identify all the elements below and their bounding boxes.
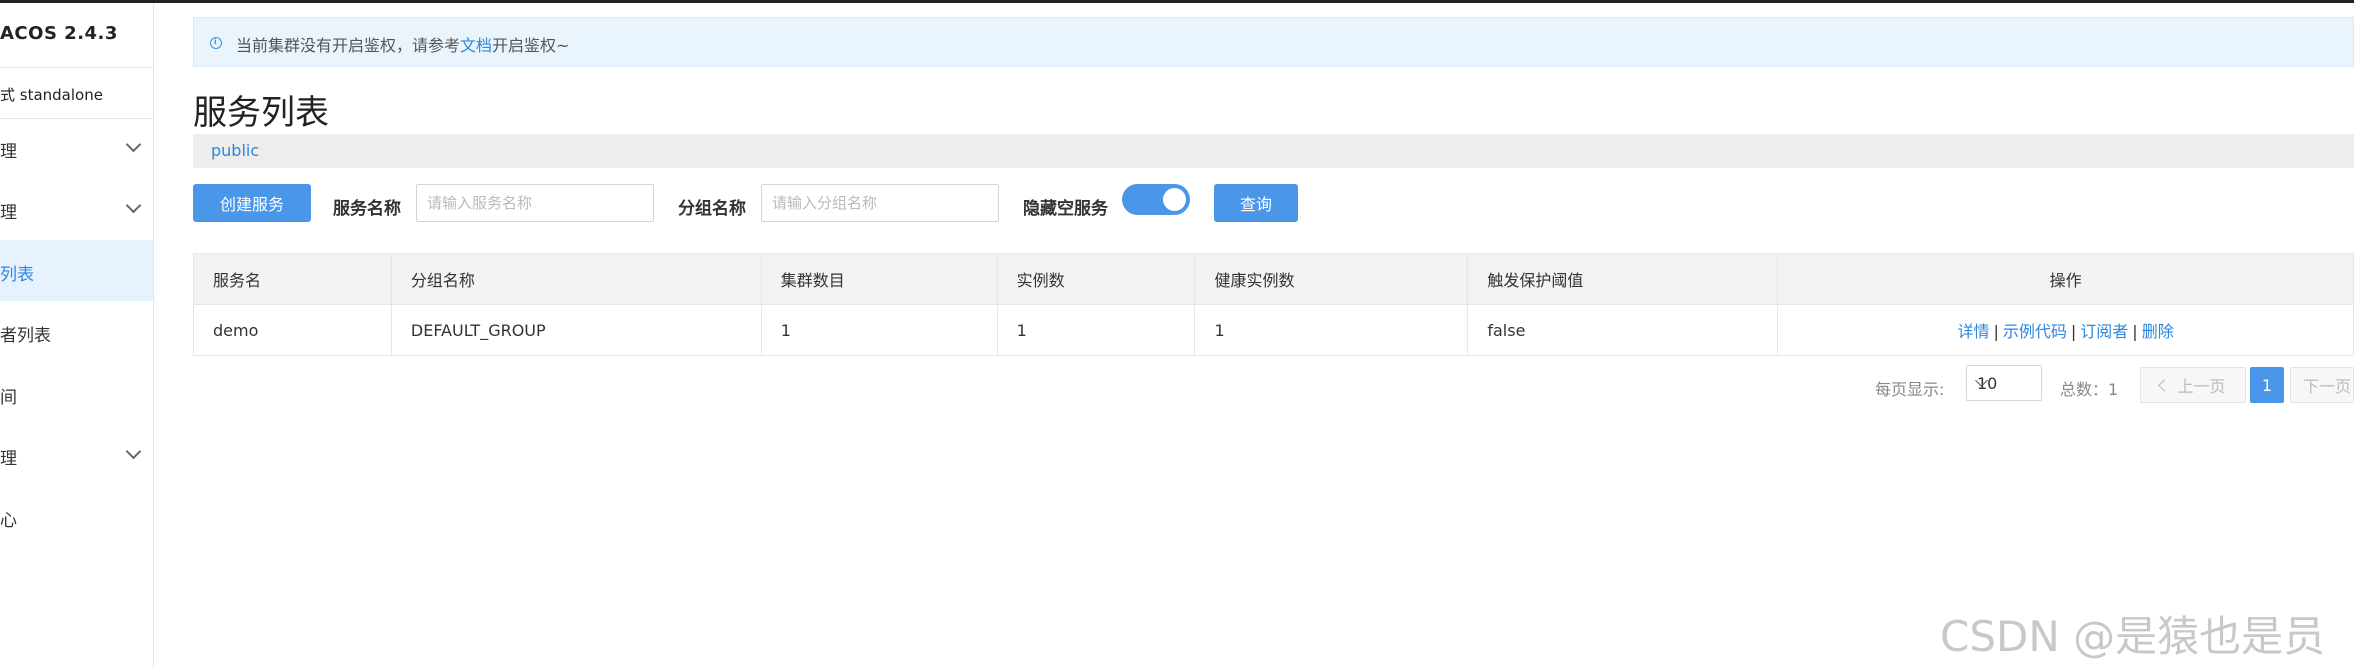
separator: | — [1993, 322, 1999, 341]
sidebar-item-subscriber-list[interactable]: 者列表 — [0, 301, 153, 362]
chevron-down-icon — [125, 136, 142, 153]
sidebar-item-6[interactable]: 理 — [0, 424, 153, 485]
chevron-left-icon — [2158, 378, 2172, 392]
cell-protect-threshold: false — [1467, 304, 1779, 356]
separator: | — [2070, 322, 2077, 341]
col-healthy-count: 健康实例数 — [1194, 253, 1469, 305]
service-name-label: 服务名称 — [333, 199, 401, 219]
group-name-label: 分组名称 — [678, 199, 746, 219]
cell-actions: 详情 | 示例代码 | 订阅者 | 删除 — [1777, 304, 2354, 356]
sidebar-item-label: 间 — [0, 388, 17, 408]
alert-text-after: 开启鉴权~ — [492, 36, 570, 55]
separator: | — [2132, 322, 2138, 341]
prev-page-label: 上一页 — [2177, 377, 2226, 396]
page-size-select[interactable]: 10 — [1966, 365, 2042, 401]
sidebar-item-label: 理 — [0, 449, 17, 469]
table-row: demo DEFAULT_GROUP 1 1 1 false 详情 | 示例代码 | 订… — [193, 304, 2354, 356]
group-name-input[interactable] — [761, 184, 999, 222]
cell-cluster-count: 1 — [761, 304, 998, 356]
sidebar-item-label: 心 — [0, 511, 17, 531]
sample-code-link[interactable]: 示例代码 — [2003, 322, 2067, 341]
sidebar-item-namespace[interactable]: 间 — [0, 363, 153, 424]
alert-message: 当前集群没有开启鉴权，请参考文档开启鉴权~ — [236, 32, 569, 56]
cell-service-name: demo — [193, 304, 392, 356]
prev-page-button[interactable]: 上一页 — [2140, 367, 2246, 403]
sidebar-item-1[interactable]: 理 — [0, 117, 153, 178]
cell-group-name: DEFAULT_GROUP — [391, 304, 762, 356]
table-header-row: 服务名 分组名称 集群数目 实例数 健康实例数 触发保护阈值 操作 — [193, 253, 2354, 305]
next-page-button[interactable]: 下一页 — [2290, 367, 2354, 403]
sidebar-item-label: 列表 — [0, 265, 34, 285]
chevron-down-icon — [125, 197, 142, 214]
chevron-down-icon — [125, 443, 142, 460]
col-protect-threshold: 触发保护阈值 — [1467, 253, 1779, 305]
sidebar-item-label: 理 — [0, 203, 17, 223]
sidebar-item-2[interactable]: 理 — [0, 178, 153, 239]
cell-instance-count: 1 — [997, 304, 1196, 356]
total-count: 总数：1 — [2060, 380, 2119, 399]
sidebar-item-label: 理 — [0, 142, 17, 162]
service-name-input[interactable] — [416, 184, 654, 222]
hide-empty-label: 隐藏空服务 — [1023, 199, 1108, 219]
col-cluster-count: 集群数目 — [761, 253, 998, 305]
sidebar-item-7[interactable]: 心 — [0, 486, 153, 547]
page-1-button[interactable]: 1 — [2250, 367, 2284, 403]
next-page-label: 下一页 — [2303, 377, 2352, 396]
col-group-name: 分组名称 — [391, 253, 762, 305]
sidebar: ACOS 2.4.3 式 standalone 理 理 列表 者列表 间 理 心 — [0, 3, 154, 668]
page-title: 服务列表 — [193, 93, 329, 133]
doc-link[interactable]: 文档 — [460, 36, 492, 55]
watermark: CSDN @是猿也是员 — [1940, 612, 2326, 661]
col-instance-count: 实例数 — [997, 253, 1196, 305]
page-size-label: 每页显示: — [1875, 380, 1945, 399]
col-service-name: 服务名 — [193, 253, 392, 305]
sidebar-item-service-list[interactable]: 列表 — [0, 240, 153, 301]
namespace-bar: public — [193, 134, 2354, 168]
query-button[interactable]: 查询 — [1214, 184, 1298, 222]
col-actions: 操作 — [1777, 253, 2354, 305]
mode-label: 式 standalone — [0, 86, 103, 104]
info-icon — [210, 36, 222, 49]
delete-link[interactable]: 删除 — [2142, 322, 2174, 341]
toggle-knob — [1163, 188, 1186, 211]
auth-alert: 当前集群没有开启鉴权，请参考文档开启鉴权~ — [193, 17, 2354, 67]
detail-link[interactable]: 详情 — [1957, 322, 1989, 341]
sidebar-item-label: 者列表 — [0, 326, 51, 346]
main-content: 当前集群没有开启鉴权，请参考文档开启鉴权~ 服务列表 public 创建服务 服… — [193, 3, 2354, 668]
create-service-button[interactable]: 创建服务 — [193, 184, 311, 222]
service-table: 服务名 分组名称 集群数目 实例数 健康实例数 触发保护阈值 操作 demo D… — [193, 253, 2354, 356]
mode-indicator: 式 standalone — [0, 67, 153, 119]
cell-healthy-count: 1 — [1194, 304, 1469, 356]
namespace-public[interactable]: public — [211, 141, 259, 160]
alert-text-before: 当前集群没有开启鉴权，请参考 — [236, 36, 461, 55]
hide-empty-toggle[interactable] — [1122, 184, 1190, 215]
brand-title: ACOS 2.4.3 — [0, 23, 118, 44]
subscriber-link[interactable]: 订阅者 — [2080, 322, 2128, 341]
